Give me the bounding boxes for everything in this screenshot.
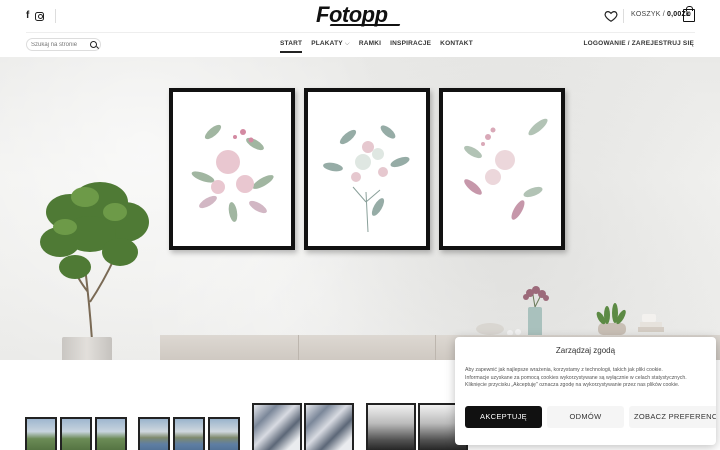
heart-icon[interactable] — [604, 9, 618, 23]
plant-pot — [62, 337, 112, 360]
search-box — [26, 38, 101, 51]
instagram-icon[interactable] — [35, 11, 45, 21]
thumbnail-marble-2[interactable] — [304, 403, 354, 450]
nav-item-plakaty[interactable]: PLAKATY ⌵ — [311, 40, 350, 48]
cookie-text-line: Kliknięcie przycisku „Akceptuję" oznacza… — [465, 382, 680, 389]
poster-frame-3 — [439, 88, 565, 250]
cookie-text-line: Aby zapewnić jak najlepsze wrażenia, kor… — [465, 367, 663, 373]
thumbnail-forest-1[interactable] — [366, 403, 416, 450]
page: f Fotopp KOSZYK / 0,00ZŁ 0 START PLAKATY… — [0, 0, 720, 450]
thumbnail-marble-1[interactable] — [252, 403, 302, 450]
nav-item-kontakt[interactable]: KONTAKT — [440, 40, 473, 48]
plant-illustration — [40, 182, 149, 341]
thumbnail-mountains-2[interactable] — [60, 417, 92, 450]
main-nav: START PLAKATY ⌵ RAMKI INSPIRACJE KONTAKT — [280, 40, 473, 53]
cookie-text-line: Informacje uzyskane za pomocą cookies wy… — [465, 374, 687, 381]
thumbnail-mountains-1[interactable] — [25, 417, 57, 450]
cookie-title: Zarządzaj zgodą — [555, 346, 616, 355]
search-input[interactable] — [31, 40, 87, 50]
hero-banner[interactable] — [0, 57, 720, 360]
cookie-text: Aby zapewnić jak najlepsze wrażenia, kor… — [465, 367, 711, 390]
accept-cookies-button[interactable]: AKCEPTUJĘ — [465, 406, 542, 428]
nav-item-plakaty-label: PLAKATY — [311, 40, 343, 47]
view-preferences-button[interactable]: ZOBACZ PREFERENCJE — [629, 406, 716, 428]
nav-item-inspiracje[interactable]: INSPIRACJE — [390, 40, 431, 48]
shelf-seam — [298, 335, 299, 360]
deny-cookies-button[interactable]: ODMÓW — [547, 406, 624, 428]
thumbnail-lake-2[interactable] — [173, 417, 205, 450]
nav-item-ramki[interactable]: RAMKI — [359, 40, 381, 48]
search-icon[interactable] — [90, 41, 97, 48]
header-divider — [26, 32, 695, 33]
cart-label: KOSZYK / — [631, 11, 665, 18]
chevron-down-icon: ⌵ — [344, 40, 350, 47]
poster-frame-2 — [304, 88, 430, 250]
shelf-seam — [435, 335, 436, 360]
divider — [623, 9, 624, 23]
thumbnail-lake-3[interactable] — [208, 417, 240, 450]
cart-icon[interactable]: 0 — [683, 6, 695, 22]
logo-underline — [329, 24, 401, 26]
social-links: f — [26, 10, 45, 22]
top-bar: f Fotopp KOSZYK / 0,00ZŁ 0 — [0, 0, 720, 32]
thumbnail-lake-1[interactable] — [138, 417, 170, 450]
thumbnail-mountains-3[interactable] — [95, 417, 127, 450]
cookie-consent-dialog: Zarządzaj zgodą Aby zapewnić jak najleps… — [455, 337, 716, 445]
poster-frame-1 — [169, 88, 295, 250]
nav-item-start[interactable]: START — [280, 40, 303, 53]
shelf-decor — [476, 286, 664, 337]
facebook-icon[interactable]: f — [26, 10, 29, 22]
login-register-link[interactable]: LOGOWANIE / ZAREJESTRUJ SIĘ — [584, 40, 695, 47]
divider — [55, 9, 56, 23]
cart-link[interactable]: KOSZYK / 0,00ZŁ — [631, 11, 690, 18]
